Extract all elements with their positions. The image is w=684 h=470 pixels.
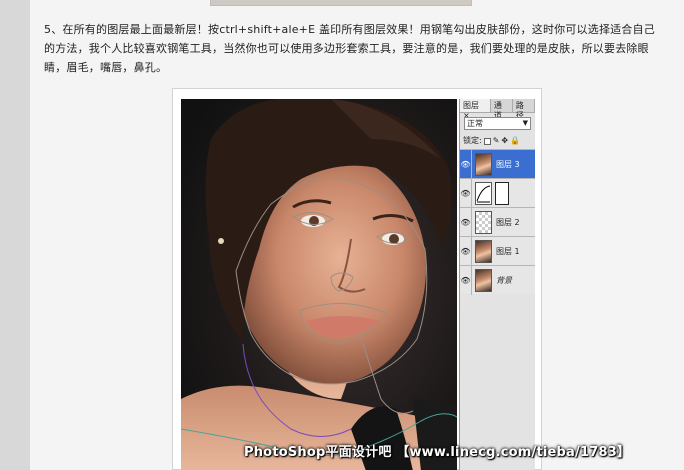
tab-channels[interactable]: 通道 (491, 99, 513, 120)
blend-mode-select[interactable]: 正常 ▼ (464, 117, 531, 130)
eye-icon[interactable]: 👁 (460, 265, 472, 295)
layer-name: 图层 1 (496, 246, 520, 256)
chevron-down-icon: ▼ (522, 119, 528, 127)
eye-icon[interactable]: 👁 (460, 178, 472, 208)
layer-thumbnail (475, 268, 492, 292)
tutorial-image-frame: 图层 × 通道 路径 正常 ▼ 锁定: ✎ ✥ 🔒 👁 图层 3 👁 👁 图层 … (172, 88, 542, 470)
previous-image-edge (210, 0, 472, 6)
layer-name: 图层 2 (496, 217, 520, 227)
tab-layers[interactable]: 图层 × (460, 99, 491, 120)
article-page: 5、在所有的图层最上面最新层！按ctrl+shift+ale+E 盖印所有图层效… (30, 0, 684, 470)
blend-mode-value: 正常 (467, 119, 483, 128)
layer-row-layer2[interactable]: 👁 图层 2 (460, 207, 535, 237)
layer-thumbnail (475, 210, 492, 234)
layer-thumbnail (475, 239, 492, 263)
step-paragraph: 5、在所有的图层最上面最新层！按ctrl+shift+ale+E 盖印所有图层效… (44, 23, 655, 74)
layer-row-curves[interactable]: 👁 (460, 178, 535, 208)
lock-transparency-icon[interactable] (483, 137, 491, 145)
portrait-photo (181, 99, 457, 470)
layer-mask-thumbnail (495, 181, 509, 205)
curves-adjustment-icon (475, 181, 492, 205)
lock-label: 锁定: (463, 136, 482, 145)
tab-paths[interactable]: 路径 (513, 99, 535, 120)
lock-all-icon[interactable]: 🔒 (510, 136, 520, 146)
layer-row-layer3[interactable]: 👁 图层 3 (460, 149, 535, 179)
lock-paint-icon[interactable]: ✎ (493, 136, 500, 146)
eye-icon[interactable]: 👁 (460, 207, 472, 237)
portrait-illustration (181, 99, 457, 470)
layer-thumbnail (475, 152, 492, 176)
layer-row-background[interactable]: 👁 背景 (460, 265, 535, 295)
panel-tabs: 图层 × 通道 路径 (460, 99, 535, 120)
layers-panel: 图层 × 通道 路径 正常 ▼ 锁定: ✎ ✥ 🔒 👁 图层 3 👁 👁 图层 … (459, 99, 535, 470)
layer-name: 图层 3 (496, 159, 520, 169)
watermark-text: PhotoShop平面设计吧 【www.linecg.com/tieba/178… (244, 445, 631, 460)
layer-name: 背景 (496, 275, 512, 285)
eye-icon[interactable]: 👁 (460, 236, 472, 266)
left-margin-strip (0, 0, 30, 470)
eye-icon[interactable]: 👁 (460, 149, 472, 179)
layer-row-layer1[interactable]: 👁 图层 1 (460, 236, 535, 266)
lock-move-icon[interactable]: ✥ (501, 136, 508, 146)
lock-row: 锁定: ✎ ✥ 🔒 (463, 136, 532, 146)
